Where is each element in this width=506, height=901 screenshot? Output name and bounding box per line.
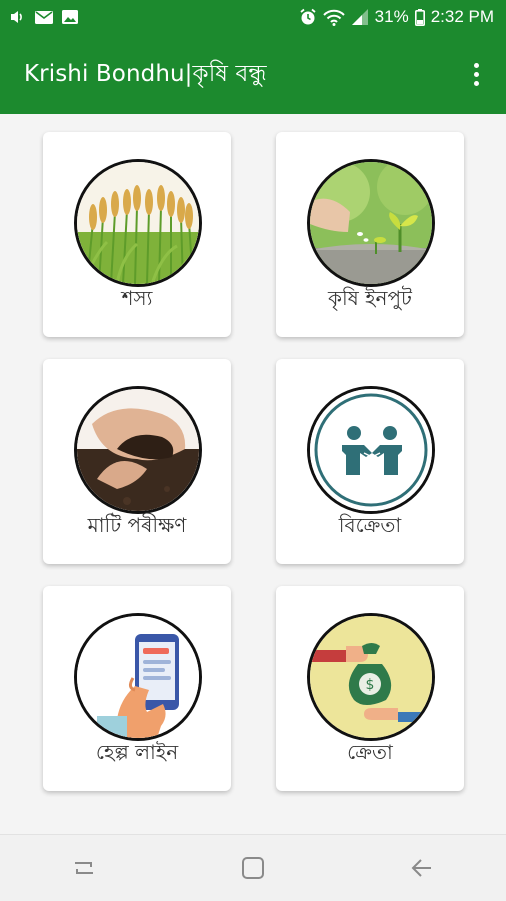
battery-icon — [414, 8, 425, 26]
card-helpline[interactable]: হেল্প লাইন — [43, 586, 231, 791]
card-label: মাটি পৰীক্ষণ — [87, 513, 187, 537]
mail-icon — [35, 10, 53, 24]
clock: 2:32 PM — [430, 7, 494, 26]
gallery-icon — [62, 10, 78, 24]
battery-percentage: 31% — [374, 7, 409, 26]
wheat-icon — [74, 159, 202, 287]
status-bar-left — [10, 10, 78, 24]
status-bar: 31% 2:32 PM — [0, 0, 506, 34]
status-bar-right: 31% 2:32 PM — [299, 7, 494, 27]
soil-hands-icon — [74, 386, 202, 514]
card-soil-test[interactable]: মাটি পৰীক্ষণ — [43, 359, 231, 564]
home-icon[interactable] — [223, 843, 283, 893]
alarm-icon — [299, 8, 317, 26]
money-bag-icon: $ — [307, 613, 435, 741]
back-icon[interactable] — [392, 843, 452, 893]
svg-text:$: $ — [366, 677, 375, 693]
card-buyer[interactable]: $ ক্ৰেতা — [276, 586, 464, 791]
wifi-icon — [322, 9, 345, 26]
phone-help-icon — [74, 613, 202, 741]
seedling-icon — [307, 159, 435, 287]
card-label: হেল্প লাইন — [95, 740, 179, 764]
signal-icon — [351, 9, 369, 25]
handshake-icon — [307, 386, 435, 514]
card-seller[interactable]: বিক্ৰেতা — [276, 359, 464, 564]
recent-apps-icon[interactable] — [54, 843, 114, 893]
card-crops[interactable]: শস্য — [43, 132, 231, 337]
system-nav-bar — [0, 834, 506, 901]
card-label: ক্ৰেতা — [347, 740, 393, 764]
more-vert-icon[interactable] — [464, 56, 488, 92]
volume-icon — [10, 10, 26, 24]
card-label: কৃষি ইনপুট — [328, 286, 412, 310]
card-label: শস্য — [121, 286, 153, 310]
app-title: Krishi Bondhu|কৃষি বন্ধু — [24, 60, 267, 87]
card-label: বিক্ৰেতা — [338, 513, 402, 537]
app-bar: Krishi Bondhu|কৃষি বন্ধু — [0, 34, 506, 114]
card-agri-input[interactable]: কৃষি ইনপুট — [276, 132, 464, 337]
